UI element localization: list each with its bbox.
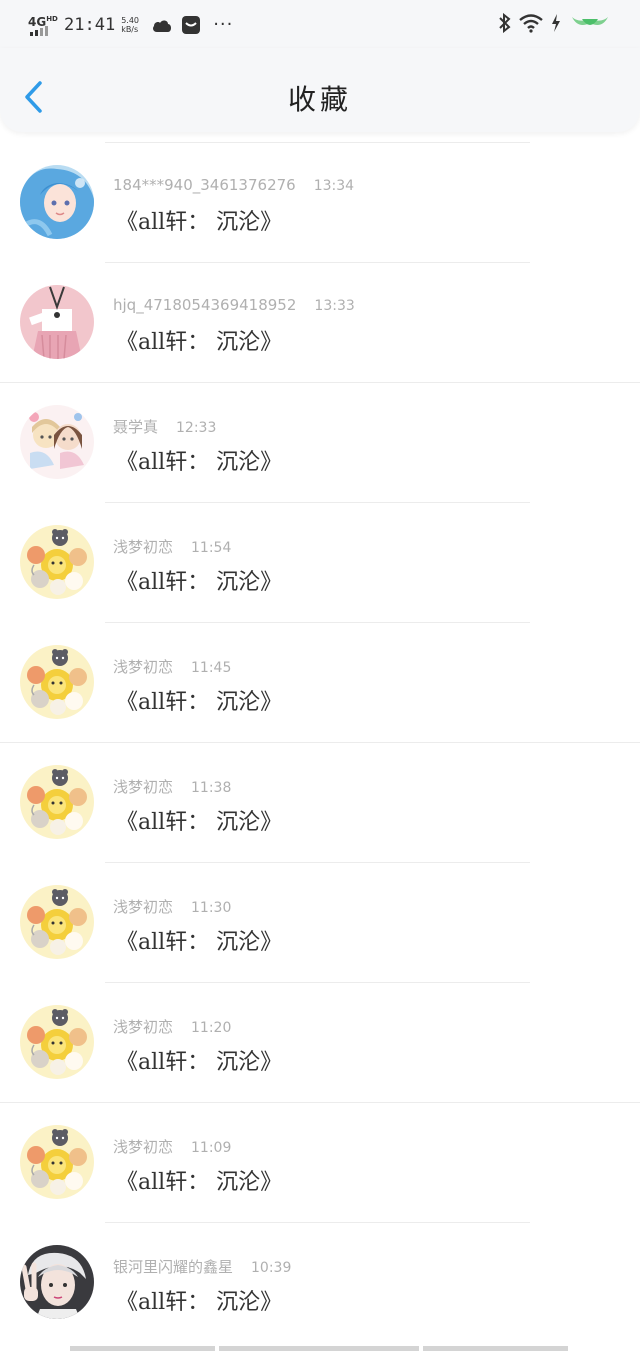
username: 浅梦初恋 <box>113 538 174 556</box>
timestamp: 11:54 <box>191 540 232 556</box>
avatar[interactable] <box>20 1005 94 1079</box>
timestamp: 11:20 <box>191 1020 232 1036</box>
timestamp: 11:38 <box>191 780 232 796</box>
username: 184***940_3461376276 <box>113 176 296 194</box>
timestamp: 11:30 <box>191 900 232 916</box>
username: hjq_4718054369418952 <box>113 296 297 314</box>
username: 聂学真 <box>113 418 159 436</box>
page-title: 收藏 <box>287 83 352 116</box>
timestamp: 11:09 <box>191 1140 232 1156</box>
wifi-icon <box>518 13 544 37</box>
avatar[interactable] <box>20 285 94 359</box>
avatar[interactable] <box>20 645 94 719</box>
username: 银河里闪耀的鑫星 <box>113 1258 234 1276</box>
list-item[interactable]: 浅梦初恋 11:54 《all轩： 沉沦》 <box>0 502 640 622</box>
divider <box>0 1102 640 1103</box>
timestamp: 13:33 <box>314 298 355 314</box>
username: 浅梦初恋 <box>113 898 174 916</box>
charging-icon <box>550 13 562 37</box>
favorite-title[interactable]: 《all轩： 沉沦》 <box>116 324 282 356</box>
username: 浅梦初恋 <box>113 778 174 796</box>
divider <box>105 502 530 503</box>
divider <box>0 742 640 743</box>
list-item[interactable]: 浅梦初恋 11:09 《all轩： 沉沦》 <box>0 1102 640 1222</box>
status-time: 21:41 <box>64 15 116 35</box>
favorite-title[interactable]: 《all轩： 沉沦》 <box>116 924 282 956</box>
bottom-scroll-indicator <box>70 1346 568 1351</box>
divider <box>105 982 530 983</box>
list-item[interactable]: 浅梦初恋 11:20 《all轩： 沉沦》 <box>0 982 640 1102</box>
favorite-title[interactable]: 《all轩： 沉沦》 <box>116 1284 282 1316</box>
username: 浅梦初恋 <box>113 1018 174 1036</box>
favorite-title[interactable]: 《all轩： 沉沦》 <box>116 684 282 716</box>
avatar[interactable] <box>20 765 94 839</box>
username: 浅梦初恋 <box>113 1138 174 1156</box>
divider <box>0 382 640 383</box>
speed-value: 5.40 <box>121 16 139 25</box>
timestamp: 11:45 <box>191 660 232 676</box>
favorite-title[interactable]: 《all轩： 沉沦》 <box>116 444 282 476</box>
list-item[interactable]: 银河里闪耀的鑫星 10:39 《all轩： 沉沦》 <box>0 1222 640 1342</box>
list-item[interactable]: 聂学真 12:33 《all轩： 沉沦》 <box>0 382 640 502</box>
favorite-title[interactable]: 《all轩： 沉沦》 <box>116 1044 282 1076</box>
avatar[interactable] <box>20 165 94 239</box>
divider <box>105 622 530 623</box>
favorite-title[interactable]: 《all轩： 沉沦》 <box>116 204 282 236</box>
cloud-icon <box>151 17 173 33</box>
favorites-list: 184***940_3461376276 13:34 《all轩： 沉沦》 hjq… <box>0 142 640 1342</box>
avatar[interactable] <box>20 885 94 959</box>
list-item[interactable]: 184***940_3461376276 13:34 《all轩： 沉沦》 <box>0 142 640 262</box>
status-bar: 4GHD 21:41 5.40 kB/s ··· <box>0 0 640 48</box>
avatar[interactable] <box>20 405 94 479</box>
divider <box>105 1222 530 1223</box>
divider <box>105 262 530 263</box>
list-item[interactable]: 浅梦初恋 11:38 《all轩： 沉沦》 <box>0 742 640 862</box>
timestamp: 10:39 <box>251 1260 292 1276</box>
timestamp: 13:34 <box>313 178 355 194</box>
speed-unit: kB/s <box>121 25 139 34</box>
favorite-title[interactable]: 《all轩： 沉沦》 <box>116 564 282 596</box>
network-hd: HD <box>46 15 58 23</box>
avatar[interactable] <box>20 1245 94 1319</box>
nav-header: 收藏 <box>0 48 640 132</box>
list-item[interactable]: 浅梦初恋 11:45 《all轩： 沉沦》 <box>0 622 640 742</box>
network-speed: 5.40 kB/s <box>121 16 143 34</box>
bluetooth-icon <box>498 12 512 37</box>
favorite-title[interactable]: 《all轩： 沉沦》 <box>116 1164 282 1196</box>
more-notifications-icon: ··· <box>213 14 234 35</box>
cellular-signal-icon: 4GHD <box>28 13 58 37</box>
divider <box>105 142 530 143</box>
inbox-icon <box>181 15 201 35</box>
battery-icon <box>568 13 612 37</box>
list-item[interactable]: hjq_4718054369418952 13:33 《all轩： 沉沦》 <box>0 262 640 382</box>
avatar[interactable] <box>20 525 94 599</box>
list-item[interactable]: 浅梦初恋 11:30 《all轩： 沉沦》 <box>0 862 640 982</box>
username: 浅梦初恋 <box>113 658 174 676</box>
timestamp: 12:33 <box>176 420 217 436</box>
favorite-title[interactable]: 《all轩： 沉沦》 <box>116 804 282 836</box>
avatar[interactable] <box>20 1125 94 1199</box>
divider <box>105 862 530 863</box>
